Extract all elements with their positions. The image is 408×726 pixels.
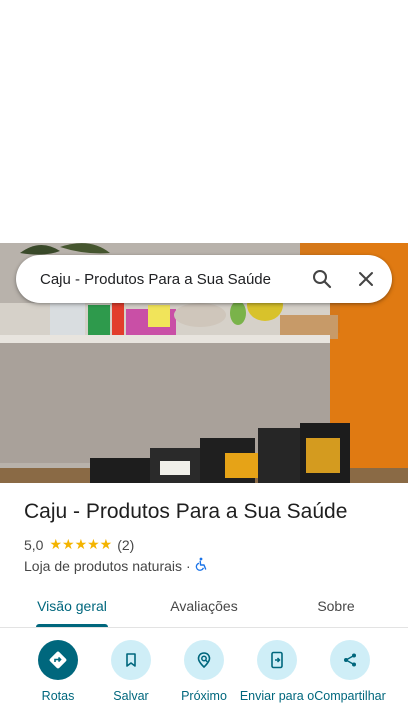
send-to-phone-icon	[257, 640, 297, 680]
close-icon[interactable]	[346, 259, 386, 299]
search-bar[interactable]: Caju - Produtos Para a Sua Saúde	[16, 255, 392, 303]
category-row: Loja de produtos naturais ·	[24, 557, 209, 574]
share-icon	[330, 640, 370, 680]
directions-label: Rotas	[41, 689, 75, 703]
bookmark-icon	[111, 640, 151, 680]
nearby-label: Próximo	[181, 689, 227, 703]
active-tab-indicator	[36, 624, 108, 627]
search-icon[interactable]	[302, 259, 342, 299]
separator-dot: ·	[186, 557, 191, 574]
directions-button[interactable]: Rotas	[18, 640, 98, 703]
review-count[interactable]: (2)	[117, 537, 134, 553]
share-button[interactable]: Compartilhar	[310, 640, 390, 703]
action-buttons: Rotas Salvar Próximo Enviar para o Compa…	[0, 640, 408, 726]
place-category: Loja de produtos naturais	[24, 557, 182, 574]
search-query-text[interactable]: Caju - Produtos Para a Sua Saúde	[40, 271, 302, 288]
save-label: Salvar	[113, 689, 149, 703]
tab-reviews[interactable]: Avaliações	[154, 584, 254, 628]
place-tabs: Visão geral Avaliações Sobre	[0, 584, 408, 628]
send-to-phone-label: Enviar para o	[239, 689, 315, 703]
send-to-phone-button[interactable]: Enviar para o	[237, 640, 317, 703]
place-title: Caju - Produtos Para a Sua Saúde	[24, 500, 348, 523]
nearby-button[interactable]: Próximo	[164, 640, 244, 703]
star-rating-icon: ★★★★★	[49, 536, 113, 552]
save-button[interactable]: Salvar	[91, 640, 171, 703]
map-area[interactable]	[0, 0, 408, 243]
tab-about[interactable]: Sobre	[286, 584, 386, 628]
rating-row[interactable]: 5,0 ★★★★★ (2)	[24, 536, 134, 553]
tab-overview[interactable]: Visão geral	[22, 584, 122, 628]
wheelchair-icon	[195, 557, 209, 574]
rating-value: 5,0	[24, 536, 44, 553]
directions-icon	[38, 640, 78, 680]
share-label: Compartilhar	[314, 689, 386, 703]
nearby-icon	[184, 640, 224, 680]
